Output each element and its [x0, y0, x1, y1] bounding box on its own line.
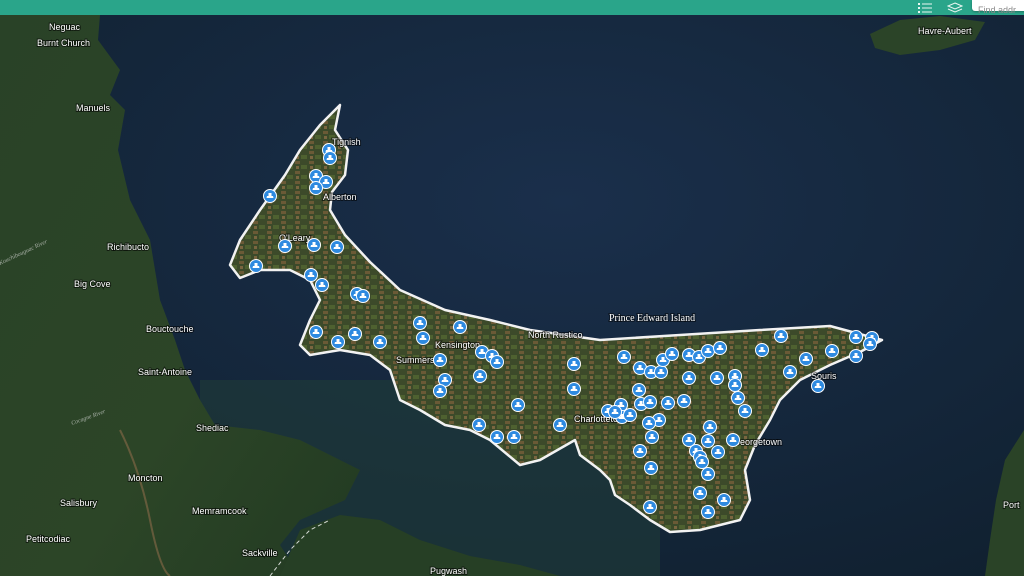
search-box[interactable]: [972, 0, 1024, 16]
site-marker-icon[interactable]: [323, 151, 337, 165]
place-label: Saint-Antoine: [138, 367, 192, 377]
site-marker-icon[interactable]: [249, 259, 263, 273]
site-marker-icon[interactable]: [331, 335, 345, 349]
site-marker-icon[interactable]: [677, 394, 691, 408]
site-marker-icon[interactable]: [307, 238, 321, 252]
site-marker-icon[interactable]: [661, 396, 675, 410]
place-label: Salisbury: [60, 498, 98, 508]
site-marker-icon[interactable]: [701, 505, 715, 519]
site-marker-icon[interactable]: [728, 378, 742, 392]
site-marker-icon[interactable]: [717, 493, 731, 507]
site-marker-icon[interactable]: [811, 379, 825, 393]
region-label: Prince Edward Island: [609, 313, 695, 324]
search-input[interactable]: [972, 5, 1024, 16]
site-marker-icon[interactable]: [490, 355, 504, 369]
site-marker-icon[interactable]: [263, 189, 277, 203]
place-label: Memramcook: [192, 506, 247, 516]
site-marker-icon[interactable]: [643, 500, 657, 514]
site-marker-icon[interactable]: [511, 398, 525, 412]
site-marker-icon[interactable]: [701, 467, 715, 481]
site-marker-icon[interactable]: [490, 430, 504, 444]
site-marker-icon[interactable]: [315, 278, 329, 292]
site-marker-icon[interactable]: [682, 371, 696, 385]
place-label: Richibucto: [107, 242, 149, 252]
place-label: Tignish: [332, 137, 361, 147]
site-marker-icon[interactable]: [701, 434, 715, 448]
place-label: Alberton: [323, 192, 357, 202]
site-marker-icon[interactable]: [413, 316, 427, 330]
site-marker-icon[interactable]: [472, 418, 486, 432]
layers-icon[interactable]: [944, 0, 966, 15]
site-marker-icon[interactable]: [507, 430, 521, 444]
site-marker-icon[interactable]: [330, 240, 344, 254]
place-label: Manuels: [76, 103, 111, 113]
site-marker-icon[interactable]: [693, 486, 707, 500]
place-label: Pugwash: [430, 566, 467, 576]
place-label: Havre-Aubert: [918, 26, 972, 36]
site-marker-icon[interactable]: [825, 344, 839, 358]
site-marker-icon[interactable]: [553, 418, 567, 432]
site-marker-icon[interactable]: [711, 445, 725, 459]
map-canvas[interactable]: Neguac Burnt Church Manuels Richibucto B…: [0, 0, 1024, 576]
site-marker-icon[interactable]: [304, 268, 318, 282]
list-icon[interactable]: [914, 0, 936, 15]
site-marker-icon[interactable]: [849, 349, 863, 363]
header-bar: [0, 0, 1024, 16]
place-label: Kensington: [435, 340, 480, 350]
place-label: Sackville: [242, 548, 278, 558]
place-label: Souris: [811, 371, 837, 381]
site-marker-icon[interactable]: [665, 347, 679, 361]
site-marker-icon[interactable]: [755, 343, 769, 357]
place-label: Moncton: [128, 473, 163, 483]
site-marker-icon[interactable]: [701, 344, 715, 358]
site-marker-icon[interactable]: [567, 357, 581, 371]
site-marker-icon[interactable]: [633, 444, 647, 458]
site-marker-icon[interactable]: [433, 353, 447, 367]
site-marker-icon[interactable]: [731, 391, 745, 405]
site-marker-icon[interactable]: [713, 341, 727, 355]
site-marker-icon[interactable]: [623, 408, 637, 422]
site-marker-icon[interactable]: [356, 289, 370, 303]
place-label: Big Cove: [74, 279, 111, 289]
site-marker-icon[interactable]: [695, 455, 709, 469]
site-marker-icon[interactable]: [726, 433, 740, 447]
map-app: Neguac Burnt Church Manuels Richibucto B…: [0, 0, 1024, 576]
place-label: Port: [1003, 500, 1020, 510]
site-marker-icon[interactable]: [738, 404, 752, 418]
site-marker-icon[interactable]: [783, 365, 797, 379]
place-label: North Rustico: [528, 330, 583, 340]
site-marker-icon[interactable]: [654, 365, 668, 379]
place-label: Shediac: [196, 423, 229, 433]
site-marker-icon[interactable]: [617, 350, 631, 364]
place-label: Georgetown: [733, 437, 782, 447]
site-marker-icon[interactable]: [373, 335, 387, 349]
place-label: Neguac: [49, 22, 81, 32]
site-marker-icon[interactable]: [703, 420, 717, 434]
place-label: Bouctouche: [146, 324, 194, 334]
site-marker-icon[interactable]: [643, 395, 657, 409]
site-marker-icon[interactable]: [309, 325, 323, 339]
site-marker-icon[interactable]: [645, 430, 659, 444]
site-marker-icon[interactable]: [644, 461, 658, 475]
site-marker-icon[interactable]: [348, 327, 362, 341]
place-label: Burnt Church: [37, 38, 90, 48]
site-marker-icon[interactable]: [774, 329, 788, 343]
site-marker-icon[interactable]: [710, 371, 724, 385]
site-marker-icon[interactable]: [453, 320, 467, 334]
site-marker-icon[interactable]: [278, 239, 292, 253]
site-marker-icon[interactable]: [309, 181, 323, 195]
site-marker-icon[interactable]: [416, 331, 430, 345]
site-marker-icon[interactable]: [799, 352, 813, 366]
site-marker-icon[interactable]: [849, 330, 863, 344]
site-marker-icon[interactable]: [863, 337, 877, 351]
site-marker-icon[interactable]: [473, 369, 487, 383]
site-marker-icon[interactable]: [433, 384, 447, 398]
site-marker-icon[interactable]: [608, 405, 622, 419]
site-marker-icon[interactable]: [632, 383, 646, 397]
place-label: Petitcodiac: [26, 534, 71, 544]
site-marker-icon[interactable]: [567, 382, 581, 396]
site-marker-icon[interactable]: [642, 416, 656, 430]
